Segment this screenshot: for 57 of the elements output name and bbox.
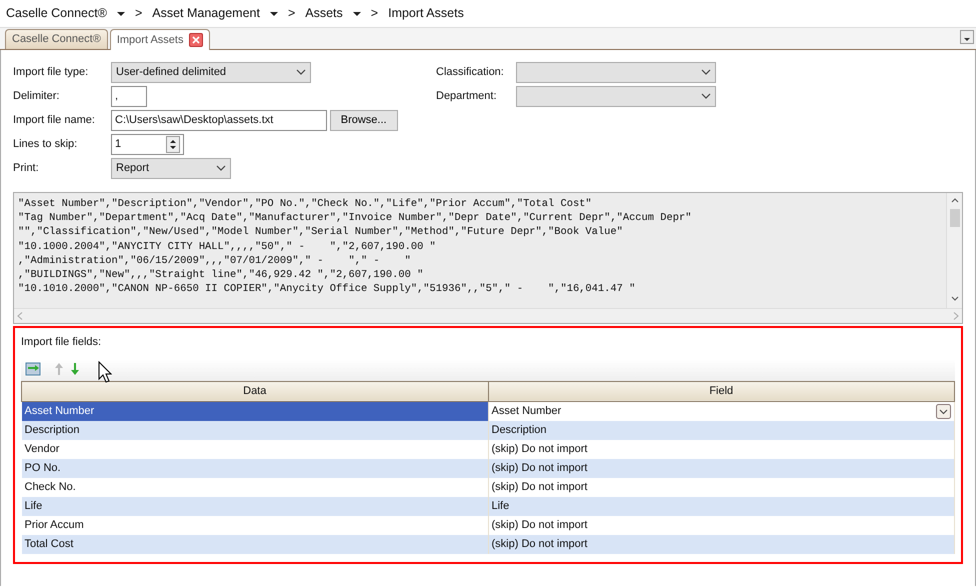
chevron-icon xyxy=(296,69,306,75)
preview-line: "Tag Number","Department","Acq Date","Manufacturer","Invoice Number","Depr Date","Current Depr","Accum Depr" xyxy=(18,211,692,226)
breadcrumb-separator: > xyxy=(370,5,378,22)
preview-line: ,"Administration","06/15/2009",,,"07/01/2009"," - "," - " xyxy=(18,254,412,268)
table-cell[interactable]: Description xyxy=(22,420,488,440)
dropdown-icon[interactable] xyxy=(936,404,951,418)
table-cell[interactable]: Total Cost xyxy=(22,534,488,554)
breadcrumb-link[interactable]: Assets xyxy=(305,4,343,23)
chevron-icon xyxy=(216,165,226,171)
tab[interactable]: Import Assets xyxy=(110,29,210,50)
preview-line: ,"BUILDINGS","New",,,"Straight line","46,929.42 ","2,607,190.00 " xyxy=(18,268,424,282)
dropdown[interactable]: User-defined delimited xyxy=(111,62,311,82)
field-label: Lines to skip: xyxy=(13,136,78,152)
table-cell[interactable]: Description xyxy=(488,420,954,440)
field-label: Classification: xyxy=(436,64,505,80)
horizontal-scrollbar[interactable] xyxy=(14,308,962,323)
table-cell[interactable]: (skip) Do not import xyxy=(488,534,954,554)
dropdown[interactable]: Report xyxy=(111,158,231,178)
table-cell[interactable]: (skip) Do not import xyxy=(488,458,954,478)
breadcrumb-link[interactable]: Caselle Connect® xyxy=(6,4,107,23)
chevron-icon xyxy=(701,69,711,75)
spin-field[interactable]: 1 xyxy=(111,134,184,154)
browse-button[interactable]: Browse... xyxy=(330,110,398,130)
table-cell[interactable]: Asset Number xyxy=(22,401,488,420)
field-label: Print: xyxy=(13,160,40,176)
field-label: Delimiter: xyxy=(13,88,60,104)
mouse-cursor-icon xyxy=(98,360,112,382)
import-icon[interactable] xyxy=(25,361,41,378)
caret-icon[interactable] xyxy=(352,12,361,16)
up-arrow-icon[interactable] xyxy=(54,361,64,378)
dropdown-icon[interactable] xyxy=(960,30,974,44)
field-label: Import file type: xyxy=(13,64,90,80)
breadcrumb-separator: > xyxy=(288,5,296,22)
section-label: Import file fields: xyxy=(21,335,102,350)
table-cell[interactable]: Life xyxy=(22,496,488,516)
table-cell[interactable]: Life xyxy=(488,496,954,516)
input-field[interactable]: C:\Users\saw\Desktop\assets.txt xyxy=(111,110,327,130)
column-header[interactable]: Field xyxy=(488,381,954,401)
breadcrumb-link[interactable]: Import Assets xyxy=(388,4,464,23)
field-label: Import file name: xyxy=(13,112,96,128)
preview-line: "10.1010.2000","CANON NP-6650 II COPIER","Anycity Office Supply","51936",,"5"," - ","16,041.47 " xyxy=(18,282,636,296)
preview-line: "","Classification","New/Used","Model Number","Serial Number","Method","Future Depr","Book Value" xyxy=(18,225,624,240)
caret-icon[interactable] xyxy=(270,12,278,16)
table-cell[interactable]: PO No. xyxy=(22,458,488,478)
breadcrumb-link[interactable]: Asset Management xyxy=(152,4,260,23)
preview-line: "Asset Number","Description","Vendor","PO No.","Check No.","Life","Prior Accum","Total Cost" xyxy=(18,197,593,212)
input-field[interactable]: , xyxy=(111,86,147,106)
spinner-arrows-icon[interactable] xyxy=(166,136,180,152)
vertical-scrollbar[interactable] xyxy=(946,193,962,308)
preview-line: "10.1000.2004","ANYCITY CITY HALL",,,,"50"," - ","2,607,190.00 " xyxy=(18,240,437,254)
breadcrumb-separator: > xyxy=(134,5,142,22)
close-icon[interactable] xyxy=(189,33,204,47)
caret-icon[interactable] xyxy=(116,12,125,16)
tab[interactable]: Caselle Connect® xyxy=(5,29,108,49)
field-label: Department: xyxy=(436,88,498,104)
column-header[interactable]: Data xyxy=(22,381,488,401)
chevron-icon xyxy=(701,93,711,99)
